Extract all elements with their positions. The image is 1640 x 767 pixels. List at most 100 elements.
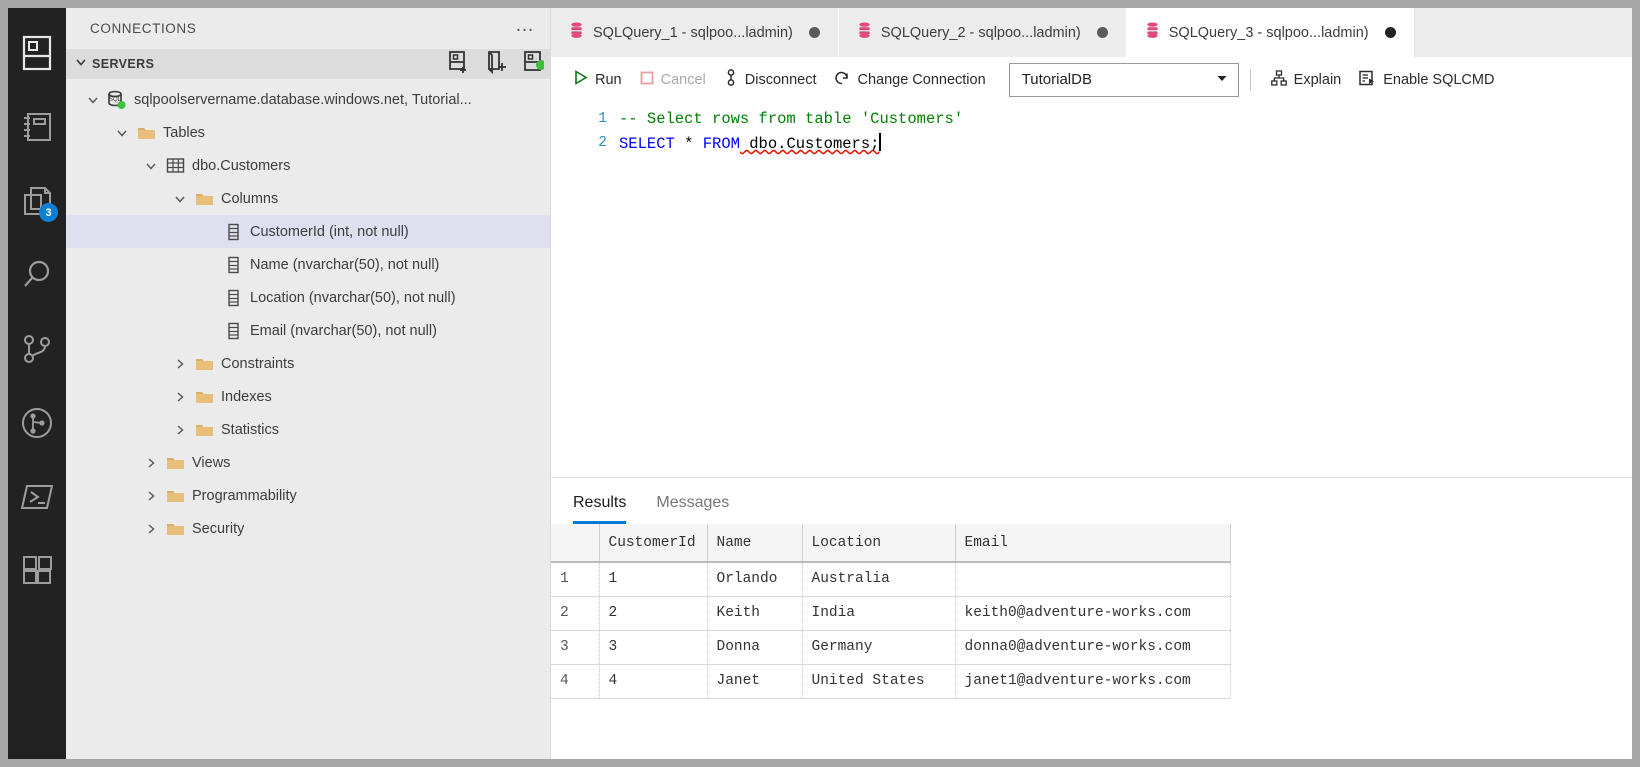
servers-section-label: SERVERS <box>92 57 155 71</box>
grid-cell[interactable]: Donna <box>707 630 803 665</box>
tree-item[interactable]: Statistics <box>66 413 550 446</box>
tree-item[interactable]: Name (nvarchar(50), not null) <box>66 248 550 281</box>
activitybar-item-explorer[interactable]: 3 <box>8 164 66 238</box>
grid-cell[interactable]: Germany <box>802 630 956 665</box>
table-row[interactable]: 1 1 Orlando Australia <box>551 562 1231 597</box>
chevron-right-icon[interactable] <box>169 357 191 371</box>
grid-cell[interactable]: India <box>802 596 956 631</box>
servers-tree: SQL sqlpoolservername.database.windows.ne… <box>66 79 550 759</box>
activitybar-item-notebooks[interactable] <box>8 90 66 164</box>
table-icon <box>162 157 188 174</box>
cancel-label: Cancel <box>660 71 706 88</box>
editor-tab[interactable]: SQLQuery_3 - sqlpoo...ladmin) <box>1126 8 1415 57</box>
activitybar-item-git-graph[interactable] <box>8 386 66 460</box>
explain-button[interactable]: Explain <box>1262 66 1351 94</box>
side-panel-header: CONNECTIONS … <box>66 8 550 49</box>
database-icon <box>857 22 872 43</box>
chevron-down-icon <box>1214 70 1230 90</box>
unsaved-indicator-icon[interactable] <box>1384 27 1396 38</box>
folder-icon <box>133 125 159 141</box>
tree-item[interactable]: Email (nvarchar(50), not null) <box>66 314 550 347</box>
tab-results[interactable]: Results <box>573 494 627 524</box>
chevron-down-icon[interactable] <box>140 159 162 173</box>
grid-cell[interactable]: donna0@adventure-works.com <box>955 630 1231 665</box>
grid-row-number[interactable]: 3 <box>551 630 600 665</box>
grid-column-header[interactable]: Location <box>802 524 956 563</box>
grid-row-number[interactable]: 4 <box>551 664 600 699</box>
chevron-right-icon[interactable] <box>140 456 162 470</box>
table-row[interactable]: 3 3 Donna Germany donna0@adventure-works.com <box>551 630 1231 665</box>
chevron-right-icon[interactable] <box>140 522 162 536</box>
folder-icon <box>162 521 188 537</box>
grid-cell[interactable]: 4 <box>599 664 708 699</box>
tree-item[interactable]: dbo.Customers <box>66 149 550 182</box>
run-button[interactable]: Run <box>565 66 631 93</box>
chevron-right-icon[interactable] <box>169 423 191 437</box>
disconnect-button[interactable]: Disconnect <box>715 65 826 94</box>
column-icon <box>220 256 246 274</box>
activitybar-item-connections[interactable] <box>8 16 66 90</box>
unsaved-indicator-icon[interactable] <box>808 27 820 38</box>
servers-section-header[interactable]: SERVERS <box>66 49 550 79</box>
change-connection-button[interactable]: Change Connection <box>825 66 994 94</box>
tree-item[interactable]: Programmability <box>66 479 550 512</box>
grid-cell[interactable]: janet1@adventure-works.com <box>955 664 1231 699</box>
activitybar-item-extensions[interactable] <box>8 534 66 608</box>
tree-item[interactable]: Views <box>66 446 550 479</box>
grid-column-header[interactable]: Name <box>707 524 803 563</box>
grid-cell[interactable]: Australia <box>802 562 956 597</box>
grid-cell[interactable]: 3 <box>599 630 708 665</box>
editor-tab[interactable]: SQLQuery_2 - sqlpoo...ladmin) <box>838 8 1127 57</box>
chevron-right-icon[interactable] <box>140 489 162 503</box>
chevron-right-icon[interactable] <box>169 390 191 404</box>
sql-editor[interactable]: 1 -- Select rows from table 'Customers' … <box>551 102 1632 477</box>
code-line: 1 -- Select rows from table 'Customers' <box>551 107 1632 131</box>
grid-cell[interactable]: Orlando <box>707 562 803 597</box>
tree-item[interactable]: Indexes <box>66 380 550 413</box>
grid-row-number[interactable]: 1 <box>551 562 600 597</box>
tree-item[interactable]: Tables <box>66 116 550 149</box>
grid-cell[interactable]: 1 <box>599 562 708 597</box>
servers-section-actions <box>446 50 546 79</box>
tree-item[interactable]: Security <box>66 512 550 545</box>
enable-sqlcmd-button[interactable]: Enable SQLCMD <box>1350 66 1503 94</box>
table-row[interactable]: 2 2 Keith India keith0@adventure-works.com <box>551 596 1231 631</box>
grid-header-row: CustomerId Name Location Email <box>551 524 1231 563</box>
grid-cell[interactable]: keith0@adventure-works.com <box>955 596 1231 631</box>
new-connection-icon[interactable] <box>446 50 470 79</box>
chevron-down-icon[interactable] <box>169 192 191 206</box>
unsaved-indicator-icon[interactable] <box>1096 27 1108 38</box>
tab-messages[interactable]: Messages <box>656 494 729 524</box>
tree-item[interactable]: CustomerId (int, not null) <box>66 215 550 248</box>
chevron-down-icon[interactable] <box>82 93 104 107</box>
activitybar-item-source-control[interactable] <box>8 312 66 386</box>
grid-cell[interactable]: Janet <box>707 664 803 699</box>
editor-tab[interactable]: SQLQuery_1 - sqlpoo...ladmin) <box>551 8 839 57</box>
database-dropdown-value: TutorialDB <box>1021 71 1092 88</box>
editor-tab-label: SQLQuery_1 - sqlpoo...ladmin) <box>593 24 793 41</box>
grid-cell[interactable]: Keith <box>707 596 803 631</box>
active-connections-icon[interactable] <box>522 50 546 79</box>
sql-keyword-from: FROM <box>702 135 740 153</box>
tree-item[interactable]: Columns <box>66 182 550 215</box>
results-grid-wrapper[interactable]: CustomerId Name Location Email 1 1 Orlando Aus… <box>551 524 1632 759</box>
activitybar-item-terminal[interactable] <box>8 460 66 534</box>
disconnect-label: Disconnect <box>744 71 817 88</box>
grid-column-header[interactable]: CustomerId <box>599 524 708 563</box>
table-row[interactable]: 4 4 Janet United States janet1@adventure-wor… <box>551 664 1231 699</box>
grid-row-number[interactable]: 2 <box>551 596 600 631</box>
query-toolbar: Run Cancel Disconnect Change Connection <box>551 57 1632 102</box>
tree-item[interactable]: Location (nvarchar(50), not null) <box>66 281 550 314</box>
tree-item[interactable]: SQL sqlpoolservername.database.windows.ne… <box>66 83 550 116</box>
grid-cell[interactable]: 2 <box>599 596 708 631</box>
grid-cell[interactable] <box>955 562 1231 597</box>
tree-item[interactable]: Constraints <box>66 347 550 380</box>
grid-cell[interactable]: United States <box>802 664 956 699</box>
activitybar-item-search[interactable] <box>8 238 66 312</box>
new-server-group-icon[interactable] <box>484 50 508 79</box>
database-dropdown[interactable]: TutorialDB <box>1008 62 1239 97</box>
chevron-down-icon[interactable] <box>111 126 133 140</box>
cancel-button[interactable]: Cancel <box>631 67 715 93</box>
grid-column-header[interactable]: Email <box>955 524 1231 563</box>
more-actions-icon[interactable]: … <box>515 16 536 37</box>
